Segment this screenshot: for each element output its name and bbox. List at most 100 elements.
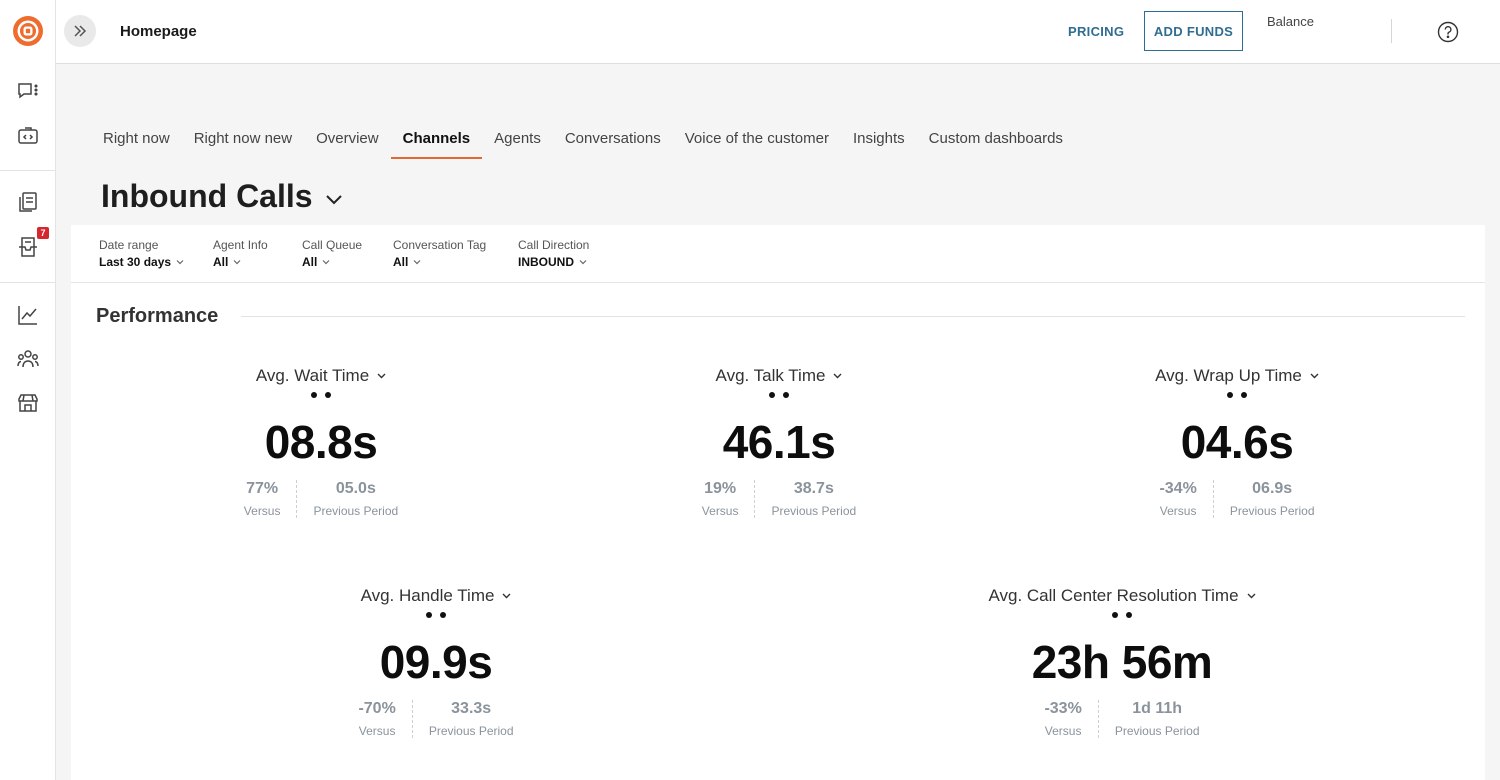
chevron-down-icon xyxy=(833,373,842,379)
metric-title-dropdown[interactable]: Avg. Talk Time xyxy=(629,366,929,386)
drag-handle-icon[interactable] xyxy=(1087,392,1387,400)
chevron-down-icon xyxy=(176,260,184,265)
metric-card-avg-handle-time: Avg. Handle Time 09.9s -70% Versus 33.3s P… xyxy=(286,586,586,738)
add-funds-button[interactable]: ADD FUNDS xyxy=(1144,11,1243,51)
previous-period-value: 38.7s xyxy=(793,480,834,497)
metric-title-dropdown[interactable]: Avg. Handle Time xyxy=(286,586,586,606)
metric-value: 09.9s xyxy=(379,636,493,688)
chevron-down-icon xyxy=(1247,593,1256,599)
metric-value: 04.6s xyxy=(1180,416,1294,468)
filter-label: Conversation Tag xyxy=(393,238,487,252)
drag-handle-icon[interactable] xyxy=(629,392,929,400)
drag-handle-icon[interactable] xyxy=(972,612,1272,620)
expand-sidebar-button[interactable] xyxy=(64,15,96,47)
previous-period-value: 06.9s xyxy=(1252,480,1293,497)
pricing-link[interactable]: PRICING xyxy=(1068,24,1124,39)
chevron-down-icon xyxy=(233,260,241,265)
metric-card-avg-wrap-up-time: Avg. Wrap Up Time 04.6s -34% Versus 06.9s… xyxy=(1087,366,1387,518)
filter-label: Call Direction xyxy=(518,238,590,252)
metric-title-dropdown[interactable]: Avg. Wrap Up Time xyxy=(1087,366,1387,386)
filter-value: All xyxy=(213,255,229,269)
versus-label: Versus xyxy=(1159,504,1197,518)
section-title: Performance xyxy=(96,305,219,327)
team-icon[interactable] xyxy=(16,347,40,371)
header-divider xyxy=(1391,19,1392,43)
double-chevron-right-icon xyxy=(74,25,87,37)
filter-value: All xyxy=(393,255,409,269)
analytics-chart-icon[interactable] xyxy=(16,303,40,327)
versus-value: -34% xyxy=(1159,480,1197,497)
tab-conversations[interactable]: Conversations xyxy=(553,128,673,159)
filter-value: Last 30 days xyxy=(99,255,172,269)
filter-agent-info[interactable]: Agent Info All xyxy=(213,238,268,269)
metric-title-dropdown[interactable]: Avg. Call Center Resolution Time xyxy=(972,586,1272,606)
dashboard-panel: Date range Last 30 days Agent Info All C… xyxy=(71,225,1485,780)
filter-value: INBOUND xyxy=(518,255,574,269)
previous-period-label: Previous Period xyxy=(1229,504,1315,518)
versus-label: Versus xyxy=(358,724,396,738)
filter-label: Agent Info xyxy=(213,238,268,252)
metric-title-dropdown[interactable]: Avg. Wait Time xyxy=(171,366,471,386)
knowledge-base-icon[interactable] xyxy=(16,190,40,214)
tab-overview[interactable]: Overview xyxy=(304,128,391,159)
previous-period-value: 1d 11h xyxy=(1132,700,1183,717)
versus-label: Versus xyxy=(701,504,739,518)
chevron-down-icon xyxy=(322,260,330,265)
drag-handle-icon[interactable] xyxy=(171,392,471,400)
filter-date-range[interactable]: Date range Last 30 days xyxy=(99,238,184,269)
page-title: Homepage xyxy=(120,23,197,40)
tab-voice-of-the-customer[interactable]: Voice of the customer xyxy=(673,128,841,159)
chevron-down-icon xyxy=(325,194,342,204)
tab-agents[interactable]: Agents xyxy=(482,128,553,159)
filter-value: All xyxy=(302,255,318,269)
tab-channels[interactable]: Channels xyxy=(390,128,483,159)
filter-label: Call Queue xyxy=(302,238,363,252)
help-icon[interactable] xyxy=(1437,21,1459,43)
previous-period-value: 33.3s xyxy=(451,700,492,717)
chevron-down-icon xyxy=(1310,373,1319,379)
filter-call-queue[interactable]: Call Queue All xyxy=(302,238,362,269)
versus-label: Versus xyxy=(1044,724,1082,738)
inbox-badge: 7 xyxy=(37,227,49,239)
metric-title: Avg. Wait Time xyxy=(255,366,370,385)
versus-value: 19% xyxy=(704,480,737,497)
filter-conversation-tag[interactable]: Conversation Tag All xyxy=(393,238,486,269)
chevron-down-icon xyxy=(377,373,386,379)
drag-handle-icon[interactable] xyxy=(286,612,586,620)
previous-period-label: Previous Period xyxy=(428,724,514,738)
versus-label: Versus xyxy=(243,504,281,518)
metric-value: 46.1s xyxy=(722,416,836,468)
metric-title: Avg. Wrap Up Time xyxy=(1155,366,1302,385)
dashboard-tabs: Right now Right now new Overview Channel… xyxy=(91,128,1075,160)
versus-value: -33% xyxy=(1044,700,1082,717)
logo-icon[interactable] xyxy=(12,15,44,47)
chevron-down-icon xyxy=(502,593,511,599)
metric-title: Avg. Call Center Resolution Time xyxy=(988,586,1239,605)
metric-card-avg-talk-time: Avg. Talk Time 46.1s 19% Versus 38.7s Prev… xyxy=(629,366,929,518)
balance-label: Balance xyxy=(1267,14,1314,29)
tab-custom-dashboards[interactable]: Custom dashboards xyxy=(917,128,1075,159)
metric-title: Avg. Talk Time xyxy=(715,366,826,385)
metric-value: 08.8s xyxy=(264,416,378,468)
chevron-down-icon xyxy=(579,260,587,265)
store-icon[interactable] xyxy=(16,391,40,415)
metric-value: 23h 56m xyxy=(1031,636,1213,688)
tab-right-now-new[interactable]: Right now new xyxy=(182,128,304,159)
versus-value: -70% xyxy=(358,700,396,717)
previous-period-value: 05.0s xyxy=(335,480,376,497)
section-divider xyxy=(241,316,1465,317)
chat-menu-icon[interactable] xyxy=(16,79,40,103)
code-window-icon[interactable] xyxy=(16,124,40,148)
inbox-icon[interactable] xyxy=(16,235,40,259)
chevron-down-icon xyxy=(413,260,421,265)
previous-period-label: Previous Period xyxy=(1114,724,1200,738)
metric-card-avg-call-center-resolution-time: Avg. Call Center Resolution Time 23h 56m… xyxy=(972,586,1272,738)
tab-insights[interactable]: Insights xyxy=(841,128,917,159)
versus-value: 77% xyxy=(246,480,279,497)
left-navigation-rail: 7 xyxy=(0,0,56,780)
tab-right-now[interactable]: Right now xyxy=(91,128,182,159)
top-bar: Homepage PRICING ADD FUNDS Balance xyxy=(56,0,1500,64)
dashboard-selector[interactable]: Inbound Calls xyxy=(101,178,343,215)
filter-call-direction[interactable]: Call Direction INBOUND xyxy=(518,238,589,269)
previous-period-label: Previous Period xyxy=(771,504,857,518)
